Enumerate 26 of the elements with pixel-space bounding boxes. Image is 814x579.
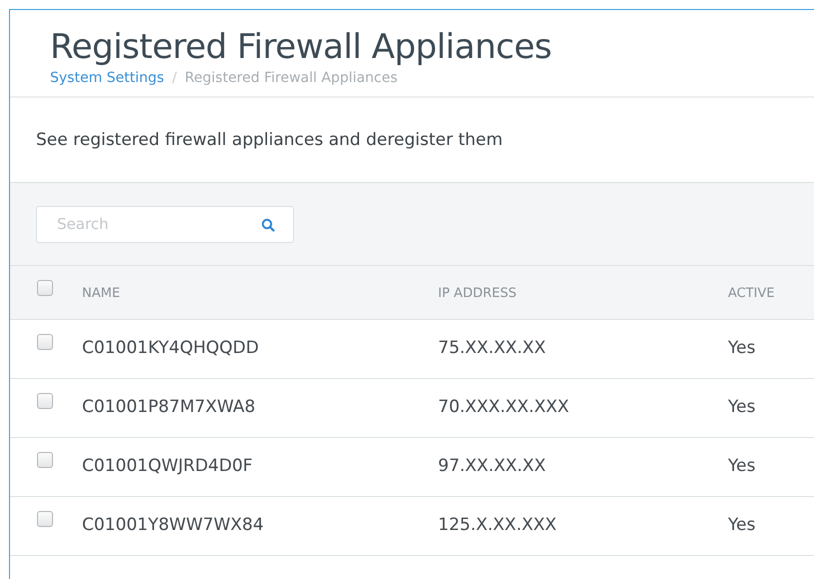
search-field[interactable]: Search (36, 206, 294, 242)
search-icon (261, 218, 275, 232)
column-header: ACTIVE (728, 286, 775, 301)
table-cell: 75.XX.XX.XX (438, 338, 546, 358)
breadcrumb-link[interactable]: System Settings (50, 70, 164, 86)
row-checkbox[interactable] (37, 452, 53, 468)
table-cell: Yes (728, 515, 756, 535)
table-cell: Yes (728, 397, 756, 417)
select-all-checkbox[interactable] (37, 280, 53, 296)
column-header: NAME (82, 286, 120, 301)
page-title: Registered Firewall Appliances (50, 26, 553, 68)
row-checkbox[interactable] (37, 511, 53, 527)
table-cell: 97.XX.XX.XX (438, 456, 546, 476)
table-cell: 125.X.XX.XXX (438, 515, 557, 535)
breadcrumb-separator: / (172, 70, 177, 86)
breadcrumb-current: Registered Firewall Appliances (184, 70, 398, 86)
table-cell: C01001QWJRD4D0F (82, 456, 253, 476)
table-cell: C01001KY4QHQQDD (82, 338, 259, 358)
table-cell: Yes (728, 456, 756, 476)
table-cell: Yes (728, 338, 756, 358)
table-cell: C01001Y8WW7WX84 (82, 515, 264, 535)
table-cell: C01001P87M7XWA8 (82, 397, 256, 417)
table-cell: 70.XXX.XX.XXX (438, 397, 570, 417)
row-checkbox[interactable] (37, 334, 53, 350)
row-checkbox[interactable] (37, 393, 53, 409)
column-header: IP ADDRESS (438, 286, 516, 301)
